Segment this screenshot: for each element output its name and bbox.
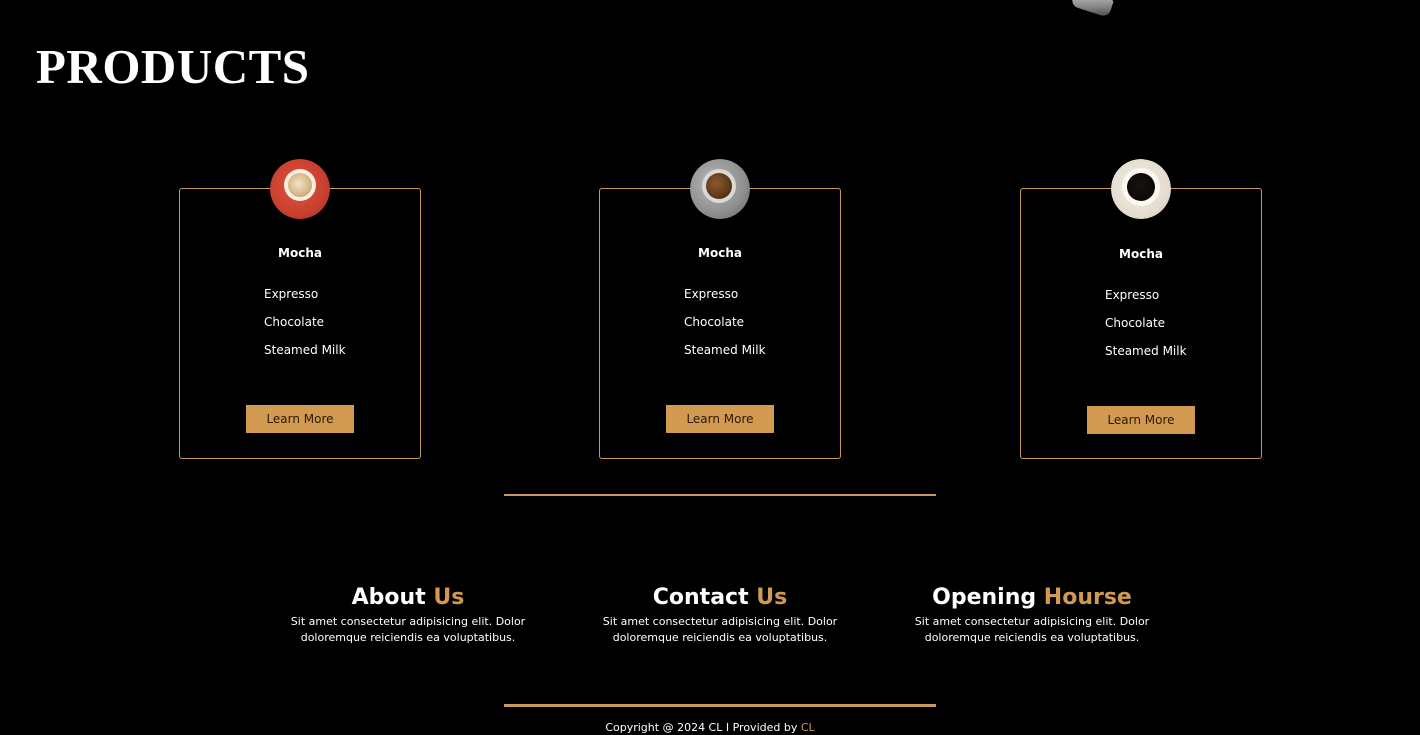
section-divider bbox=[504, 494, 936, 496]
ingredient-item: Steamed Milk bbox=[684, 343, 766, 357]
section-heading: Opening Hourse bbox=[902, 584, 1162, 612]
about-us-section: About Us Sit amet consectetur adipisicin… bbox=[278, 584, 538, 646]
product-card: Mocha Expresso Chocolate Steamed Milk Le… bbox=[179, 159, 421, 459]
ingredient-item: Chocolate bbox=[1105, 316, 1166, 330]
heading-main: Contact bbox=[652, 585, 749, 610]
heading-main: About bbox=[351, 585, 426, 610]
ingredient-item: Steamed Milk bbox=[1105, 344, 1187, 358]
heading-accent: Us bbox=[433, 585, 465, 610]
footer: Copyright @ 2024 CL I Provided by CL bbox=[0, 721, 1420, 734]
product-name: Mocha bbox=[278, 246, 322, 260]
ingredient-list: Expresso Chocolate Steamed Milk bbox=[1105, 288, 1187, 372]
product-name: Mocha bbox=[1119, 247, 1163, 261]
coffee-cup-image bbox=[270, 159, 330, 219]
section-text: Sit amet consectetur adipisicing elit. D… bbox=[914, 615, 1150, 644]
ingredient-item: Chocolate bbox=[684, 315, 745, 329]
ingredient-item: Expresso bbox=[1105, 288, 1160, 302]
provider-link[interactable]: CL bbox=[801, 721, 815, 734]
ingredient-item: Expresso bbox=[264, 287, 319, 301]
section-text: Sit amet consectetur adipisicing elit. D… bbox=[290, 615, 526, 644]
page-title: PRODUCTS bbox=[36, 39, 310, 94]
page: PRODUCTS Mocha Expresso Chocolate Steame… bbox=[0, 0, 1420, 735]
ingredient-item: Steamed Milk bbox=[264, 343, 346, 357]
decorative-image-fragment bbox=[1070, 0, 1114, 18]
heading-main: Opening bbox=[932, 585, 1037, 610]
section-text: Sit amet consectetur adipisicing elit. D… bbox=[602, 615, 838, 644]
product-card: Mocha Expresso Chocolate Steamed Milk Le… bbox=[599, 159, 841, 459]
section-heading: About Us bbox=[278, 584, 538, 612]
coffee-cup-image bbox=[690, 159, 750, 219]
heading-accent: Hourse bbox=[1043, 585, 1132, 610]
learn-more-button[interactable]: Learn More bbox=[246, 405, 354, 433]
section-heading: Contact Us bbox=[590, 584, 850, 612]
heading-accent: Us bbox=[756, 585, 788, 610]
learn-more-button[interactable]: Learn More bbox=[666, 405, 774, 433]
ingredient-list: Expresso Chocolate Steamed Milk bbox=[264, 287, 346, 371]
contact-us-section: Contact Us Sit amet consectetur adipisic… bbox=[590, 584, 850, 646]
learn-more-button[interactable]: Learn More bbox=[1087, 406, 1195, 434]
footer-divider bbox=[504, 704, 936, 707]
coffee-cup-image bbox=[1111, 159, 1171, 219]
product-card: Mocha Expresso Chocolate Steamed Milk Le… bbox=[1020, 159, 1262, 459]
ingredient-list: Expresso Chocolate Steamed Milk bbox=[684, 287, 766, 371]
opening-hours-section: Opening Hourse Sit amet consectetur adip… bbox=[902, 584, 1162, 646]
ingredient-item: Chocolate bbox=[264, 315, 325, 329]
product-name: Mocha bbox=[698, 246, 742, 260]
ingredient-item: Expresso bbox=[684, 287, 739, 301]
copyright-text: Copyright @ 2024 CL I Provided by bbox=[605, 721, 798, 734]
